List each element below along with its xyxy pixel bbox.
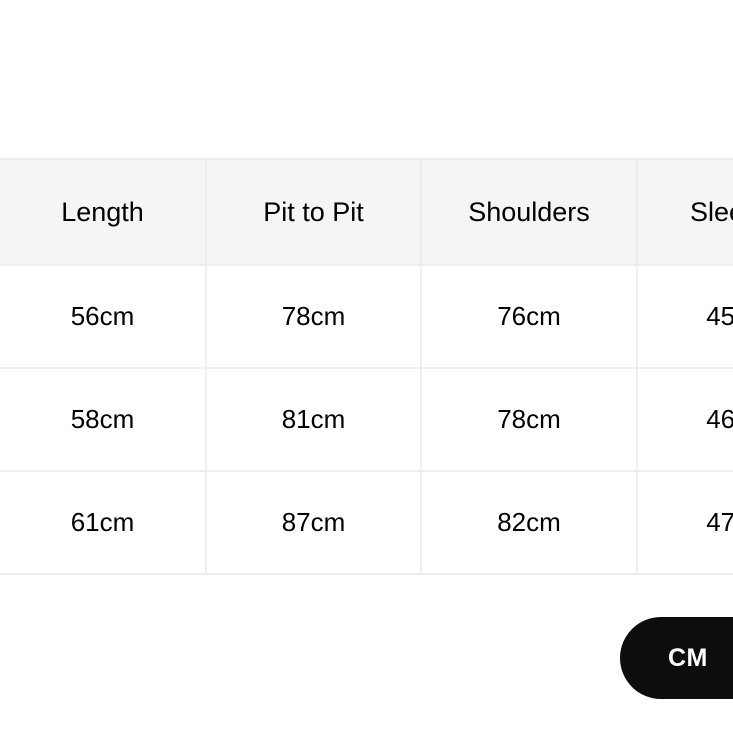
cell-sleeves: 47cm [637,471,733,575]
table-header: Length Pit to Pit Shoulders Sleeves [0,158,733,266]
cell-sleeves: 45cm [637,265,733,369]
cell-sleeves: 46cm [637,368,733,472]
table-body: 56cm 78cm 76cm 45cm 58cm 81cm 78cm 46cm … [0,265,733,575]
unit-toggle-button[interactable]: CM [620,617,733,699]
table-row: 58cm 81cm 78cm 46cm [0,368,733,472]
column-header-shoulders: Shoulders [421,158,638,266]
unit-toggle-label: CM [668,643,708,672]
table-row: 56cm 78cm 76cm 45cm [0,265,733,369]
cell-pit-to-pit: 78cm [206,265,422,369]
cell-shoulders: 78cm [421,368,638,472]
cell-length: 56cm [0,265,207,369]
cell-pit-to-pit: 81cm [206,368,422,472]
column-header-pit-to-pit: Pit to Pit [206,158,422,266]
table-header-row: Length Pit to Pit Shoulders Sleeves [0,158,733,266]
cell-pit-to-pit: 87cm [206,471,422,575]
cell-shoulders: 76cm [421,265,638,369]
cell-shoulders: 82cm [421,471,638,575]
screenshot-root: Length Pit to Pit Shoulders Sleeves 56cm… [0,0,733,733]
column-header-length: Length [0,158,207,266]
cell-length: 61cm [0,471,207,575]
table-row: 61cm 87cm 82cm 47cm [0,471,733,575]
cell-length: 58cm [0,368,207,472]
size-chart-table: Length Pit to Pit Shoulders Sleeves 56cm… [0,158,733,575]
column-header-sleeves: Sleeves [637,158,733,266]
